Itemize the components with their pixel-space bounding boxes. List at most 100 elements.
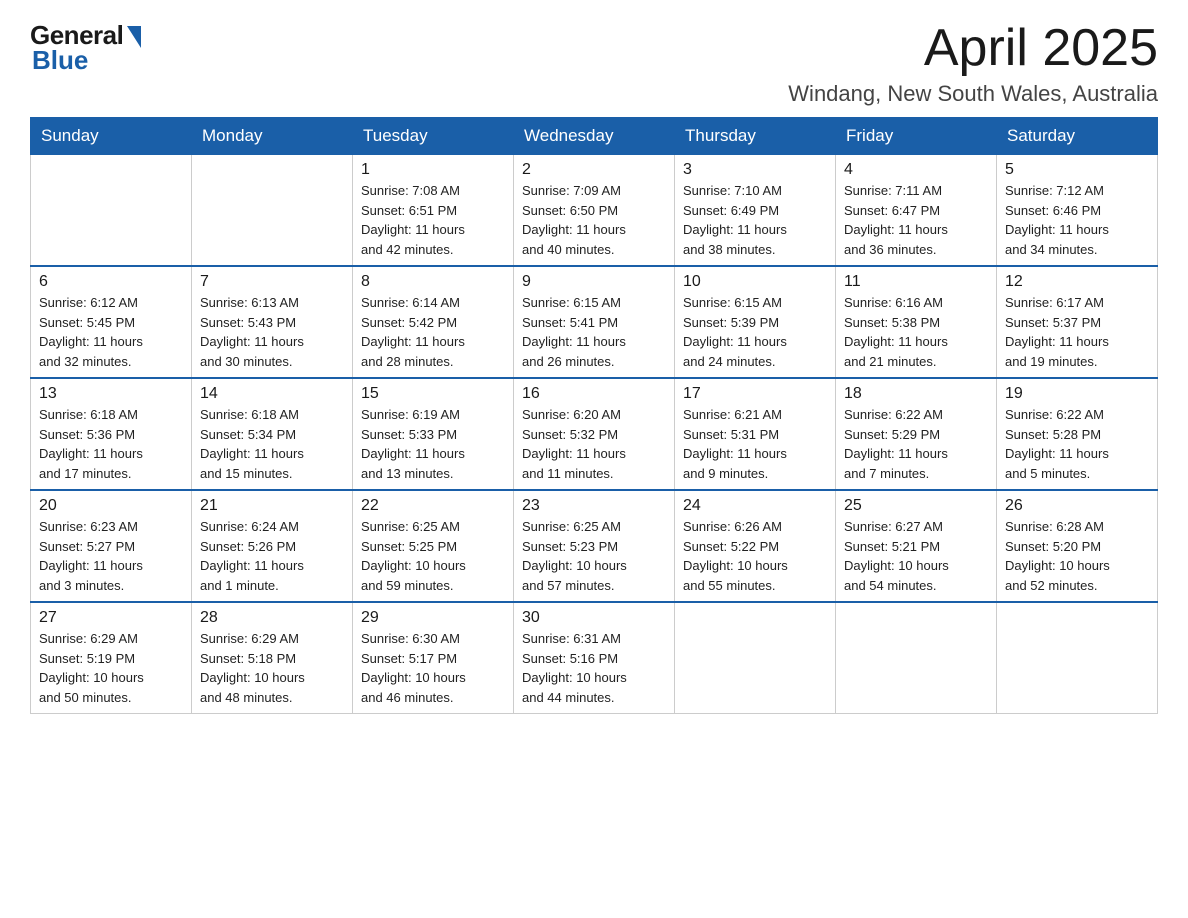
calendar-header-wednesday: Wednesday [514, 118, 675, 155]
calendar-header-friday: Friday [836, 118, 997, 155]
calendar-header-row: SundayMondayTuesdayWednesdayThursdayFrid… [31, 118, 1158, 155]
day-info: Sunrise: 6:24 AM Sunset: 5:26 PM Dayligh… [200, 517, 344, 595]
title-block: April 2025 Windang, New South Wales, Aus… [788, 20, 1158, 107]
calendar-header-thursday: Thursday [675, 118, 836, 155]
day-info: Sunrise: 6:23 AM Sunset: 5:27 PM Dayligh… [39, 517, 183, 595]
calendar-week-row: 13 Sunrise: 6:18 AM Sunset: 5:36 PM Dayli… [31, 378, 1158, 490]
day-info: Sunrise: 6:27 AM Sunset: 5:21 PM Dayligh… [844, 517, 988, 595]
calendar-cell: 9 Sunrise: 6:15 AM Sunset: 5:41 PM Daylig… [514, 266, 675, 378]
day-info: Sunrise: 6:30 AM Sunset: 5:17 PM Dayligh… [361, 629, 505, 707]
day-info: Sunrise: 6:12 AM Sunset: 5:45 PM Dayligh… [39, 293, 183, 371]
day-number: 12 [1005, 273, 1149, 291]
day-info: Sunrise: 6:17 AM Sunset: 5:37 PM Dayligh… [1005, 293, 1149, 371]
calendar-cell: 8Sunrise: 6:14 AM Sunset: 5:42 PM Daylig… [353, 266, 514, 378]
day-number: 23 [522, 497, 666, 515]
calendar-cell [997, 602, 1158, 714]
day-info: Sunrise: 7:10 AM Sunset: 6:49 PM Dayligh… [683, 181, 827, 259]
calendar-cell: 15 Sunrise: 6:19 AM Sunset: 5:33 PM Dayli… [353, 378, 514, 490]
calendar-cell: 25 Sunrise: 6:27 AM Sunset: 5:21 PM Dayli… [836, 490, 997, 602]
day-info: Sunrise: 7:08 AM Sunset: 6:51 PM Dayligh… [361, 181, 505, 259]
calendar-cell: 18Sunrise: 6:22 AM Sunset: 5:29 PM Dayli… [836, 378, 997, 490]
calendar-cell [192, 155, 353, 267]
calendar-cell [675, 602, 836, 714]
day-info: Sunrise: 6:15 AM Sunset: 5:41 PM Dayligh… [522, 293, 666, 371]
calendar-cell: 24Sunrise: 6:26 AM Sunset: 5:22 PM Dayli… [675, 490, 836, 602]
calendar-cell: 20 Sunrise: 6:23 AM Sunset: 5:27 PM Dayli… [31, 490, 192, 602]
day-number: 2 [522, 161, 666, 179]
day-number: 14 [200, 385, 344, 403]
day-info: Sunrise: 6:18 AM Sunset: 5:36 PM Dayligh… [39, 405, 183, 483]
calendar-header-sunday: Sunday [31, 118, 192, 155]
calendar-cell: 6 Sunrise: 6:12 AM Sunset: 5:45 PM Daylig… [31, 266, 192, 378]
calendar-cell: 3 Sunrise: 7:10 AM Sunset: 6:49 PM Daylig… [675, 155, 836, 267]
day-number: 26 [1005, 497, 1149, 515]
calendar-cell [836, 602, 997, 714]
day-number: 3 [683, 161, 827, 179]
day-info: Sunrise: 6:31 AM Sunset: 5:16 PM Dayligh… [522, 629, 666, 707]
day-number: 27 [39, 609, 183, 627]
calendar-header-monday: Monday [192, 118, 353, 155]
calendar-cell: 13 Sunrise: 6:18 AM Sunset: 5:36 PM Dayli… [31, 378, 192, 490]
calendar-cell: 28 Sunrise: 6:29 AM Sunset: 5:18 PM Dayli… [192, 602, 353, 714]
day-number: 9 [522, 273, 666, 291]
calendar-header-tuesday: Tuesday [353, 118, 514, 155]
calendar-cell: 29 Sunrise: 6:30 AM Sunset: 5:17 PM Dayli… [353, 602, 514, 714]
day-info: Sunrise: 7:11 AM Sunset: 6:47 PM Dayligh… [844, 181, 988, 259]
logo-triangle-icon [127, 26, 141, 48]
day-number: 7 [200, 273, 344, 291]
calendar-cell: 10 Sunrise: 6:15 AM Sunset: 5:39 PM Dayli… [675, 266, 836, 378]
day-info: Sunrise: 6:16 AM Sunset: 5:38 PM Dayligh… [844, 293, 988, 371]
calendar-cell: 30Sunrise: 6:31 AM Sunset: 5:16 PM Dayli… [514, 602, 675, 714]
day-info: Sunrise: 6:26 AM Sunset: 5:22 PM Dayligh… [683, 517, 827, 595]
day-number: 13 [39, 385, 183, 403]
day-number: 15 [361, 385, 505, 403]
day-number: 21 [200, 497, 344, 515]
calendar-table: SundayMondayTuesdayWednesdayThursdayFrid… [30, 117, 1158, 714]
day-info: Sunrise: 6:28 AM Sunset: 5:20 PM Dayligh… [1005, 517, 1149, 595]
day-number: 4 [844, 161, 988, 179]
day-number: 25 [844, 497, 988, 515]
day-number: 11 [844, 273, 988, 291]
calendar-cell: 4 Sunrise: 7:11 AM Sunset: 6:47 PM Daylig… [836, 155, 997, 267]
day-info: Sunrise: 7:09 AM Sunset: 6:50 PM Dayligh… [522, 181, 666, 259]
day-number: 18 [844, 385, 988, 403]
calendar-cell: 2 Sunrise: 7:09 AM Sunset: 6:50 PM Daylig… [514, 155, 675, 267]
calendar-cell: 16Sunrise: 6:20 AM Sunset: 5:32 PM Dayli… [514, 378, 675, 490]
day-info: Sunrise: 6:13 AM Sunset: 5:43 PM Dayligh… [200, 293, 344, 371]
day-info: Sunrise: 6:19 AM Sunset: 5:33 PM Dayligh… [361, 405, 505, 483]
day-info: Sunrise: 6:22 AM Sunset: 5:28 PM Dayligh… [1005, 405, 1149, 483]
calendar-cell: 14 Sunrise: 6:18 AM Sunset: 5:34 PM Dayli… [192, 378, 353, 490]
day-number: 16 [522, 385, 666, 403]
day-info: Sunrise: 6:18 AM Sunset: 5:34 PM Dayligh… [200, 405, 344, 483]
day-number: 29 [361, 609, 505, 627]
day-number: 20 [39, 497, 183, 515]
page-header: General Blue April 2025 Windang, New Sou… [30, 20, 1158, 107]
calendar-cell: 21 Sunrise: 6:24 AM Sunset: 5:26 PM Dayli… [192, 490, 353, 602]
calendar-week-row: 20 Sunrise: 6:23 AM Sunset: 5:27 PM Dayli… [31, 490, 1158, 602]
calendar-cell: 17Sunrise: 6:21 AM Sunset: 5:31 PM Dayli… [675, 378, 836, 490]
calendar-week-row: 27Sunrise: 6:29 AM Sunset: 5:19 PM Dayli… [31, 602, 1158, 714]
day-number: 28 [200, 609, 344, 627]
calendar-cell: 27Sunrise: 6:29 AM Sunset: 5:19 PM Dayli… [31, 602, 192, 714]
day-number: 6 [39, 273, 183, 291]
calendar-cell: 22Sunrise: 6:25 AM Sunset: 5:25 PM Dayli… [353, 490, 514, 602]
day-number: 8 [361, 273, 505, 291]
day-info: Sunrise: 6:15 AM Sunset: 5:39 PM Dayligh… [683, 293, 827, 371]
calendar-cell: 1 Sunrise: 7:08 AM Sunset: 6:51 PM Daylig… [353, 155, 514, 267]
day-info: Sunrise: 6:25 AM Sunset: 5:25 PM Dayligh… [361, 517, 505, 595]
month-title: April 2025 [788, 20, 1158, 77]
day-number: 1 [361, 161, 505, 179]
day-info: Sunrise: 6:29 AM Sunset: 5:18 PM Dayligh… [200, 629, 344, 707]
logo: General Blue [30, 20, 141, 76]
day-number: 19 [1005, 385, 1149, 403]
calendar-cell: 11 Sunrise: 6:16 AM Sunset: 5:38 PM Dayli… [836, 266, 997, 378]
calendar-cell: 12 Sunrise: 6:17 AM Sunset: 5:37 PM Dayli… [997, 266, 1158, 378]
calendar-cell: 7 Sunrise: 6:13 AM Sunset: 5:43 PM Daylig… [192, 266, 353, 378]
day-number: 10 [683, 273, 827, 291]
calendar-cell: 23 Sunrise: 6:25 AM Sunset: 5:23 PM Dayli… [514, 490, 675, 602]
calendar-header-saturday: Saturday [997, 118, 1158, 155]
calendar-cell: 19 Sunrise: 6:22 AM Sunset: 5:28 PM Dayli… [997, 378, 1158, 490]
day-info: Sunrise: 6:25 AM Sunset: 5:23 PM Dayligh… [522, 517, 666, 595]
day-info: Sunrise: 7:12 AM Sunset: 6:46 PM Dayligh… [1005, 181, 1149, 259]
calendar-cell: 26 Sunrise: 6:28 AM Sunset: 5:20 PM Dayli… [997, 490, 1158, 602]
